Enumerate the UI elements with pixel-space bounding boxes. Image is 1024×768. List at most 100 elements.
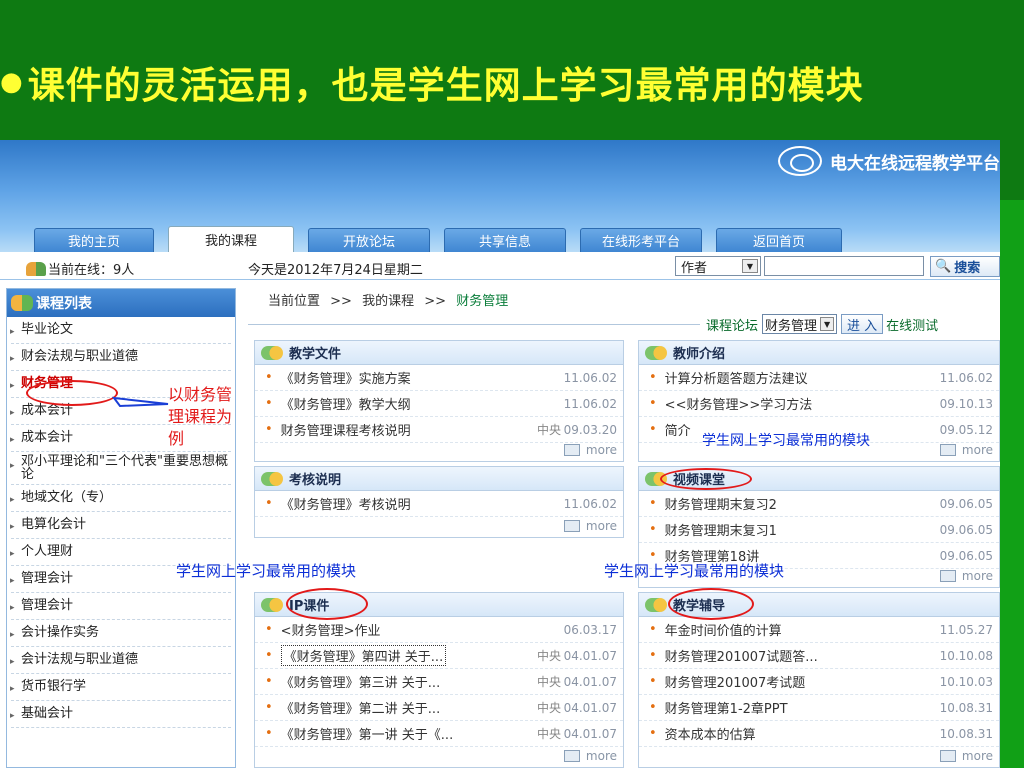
online-count: 当前在线：9人	[26, 259, 134, 278]
item-date: 10.08.31	[939, 726, 993, 741]
list-item[interactable]: 《财务管理》第一讲 关于《... 中央04.01.07	[255, 721, 623, 747]
course-item[interactable]: 管理会计	[10, 593, 231, 620]
chevron-down-icon: ▼	[820, 317, 835, 331]
list-item[interactable]: 《财务管理》第四讲 关于... 中央04.01.07	[255, 643, 623, 669]
list-item[interactable]: 财务管理201007考试题 10.10.03	[639, 669, 999, 695]
more-icon	[939, 570, 956, 582]
course-item[interactable]: 地域文化（专）	[10, 485, 231, 512]
list-item[interactable]: 财务管理期末复习2 09.06.05	[639, 491, 999, 517]
item-date: 11.06.02	[939, 370, 993, 385]
course-item[interactable]: 货币银行学	[10, 674, 231, 701]
enter-button[interactable]: 进 入	[841, 314, 884, 334]
search-field-value: 作者	[681, 260, 708, 276]
list-item[interactable]: 《财务管理》教学大纲 11.06.02	[255, 391, 623, 417]
more-link[interactable]: more	[563, 443, 617, 457]
panel-icon	[261, 345, 283, 360]
people-icon	[11, 295, 33, 311]
bullet-icon: ●	[0, 67, 24, 97]
search-input[interactable]	[764, 256, 924, 276]
breadcrumb-sep: >>	[424, 294, 447, 309]
item-date: 09.10.13	[939, 396, 993, 411]
slide-title: ● 课件的灵活运用，也是学生网上学习最常用的模块	[0, 52, 1024, 112]
more-label: more	[961, 749, 993, 763]
slide-title-text: 课件的灵活运用，也是学生网上学习最常用的模块	[27, 63, 864, 107]
item-source: 中央	[536, 727, 561, 741]
highlight-ellipse	[286, 588, 368, 620]
status-bar: 当前在线：9人 今天是2012年7月24日星期二 作者 ▼ 🔍 搜索	[0, 254, 1000, 280]
panel-title: 教师介绍	[673, 347, 726, 362]
course-item[interactable]: 电算化会计	[10, 512, 231, 539]
tab-shared-info[interactable]: 共享信息	[444, 228, 566, 252]
list-item[interactable]: 财务管理课程考核说明 中央09.03.20	[255, 417, 623, 443]
highlight-ellipse	[668, 588, 754, 620]
item-text: 《财务管理》第一讲 关于《...	[280, 728, 454, 743]
more-label: more	[961, 443, 993, 457]
people-icon	[26, 261, 46, 276]
item-text: 简介	[664, 424, 691, 439]
site-header: 电大在线远程教学平台 我的主页 我的课程 开放论坛 共享信息 在线形考平台 返回…	[0, 140, 1000, 252]
course-item[interactable]: 会计操作实务	[10, 620, 231, 647]
list-item[interactable]: 《财务管理》第二讲 关于... 中央04.01.07	[255, 695, 623, 721]
list-item[interactable]: 《财务管理》实施方案 11.06.02	[255, 365, 623, 391]
list-item[interactable]: <财务管理>作业 06.03.17	[255, 617, 623, 643]
slide-decoration	[1000, 200, 1024, 768]
course-item[interactable]: 毕业论文	[10, 317, 231, 344]
panel-title: 教学文件	[289, 347, 342, 362]
more-icon	[563, 750, 580, 762]
breadcrumb: 当前位置 >> 我的课程 >> 财务管理	[268, 290, 508, 309]
course-item[interactable]: 财会法规与职业道德	[10, 344, 231, 371]
more-label: more	[585, 519, 617, 533]
forum-select[interactable]: 财务管理 ▼	[762, 314, 838, 334]
item-date: 09.03.20	[563, 422, 617, 437]
course-forum-bar: 课程论坛 财务管理 ▼ 进 入 在线测试	[706, 314, 938, 334]
item-text: 《财务管理》第三讲 关于...	[280, 676, 441, 691]
more-label: more	[961, 569, 993, 583]
panel-icon	[645, 345, 667, 360]
course-item[interactable]: 邓小平理论和"三个代表"重要思想概论	[10, 452, 231, 485]
list-item[interactable]: <<财务管理>>学习方法 09.10.13	[639, 391, 999, 417]
list-item[interactable]: 《财务管理》考核说明 11.06.02	[255, 491, 623, 517]
item-date: 10.10.03	[939, 674, 993, 689]
search-button-label: 搜索	[954, 261, 981, 276]
item-date: 11.06.02	[563, 496, 617, 511]
list-item[interactable]: 资本成本的估算 10.08.31	[639, 721, 999, 747]
item-text: 财务管理课程考核说明	[280, 424, 411, 439]
item-text: 《财务管理》教学大纲	[280, 398, 411, 413]
item-text: 《财务管理》实施方案	[280, 372, 411, 387]
tab-home[interactable]: 我的主页	[34, 228, 154, 252]
item-text: 财务管理期末复习2	[664, 498, 777, 513]
search-button[interactable]: 🔍 搜索	[930, 256, 1000, 277]
item-date: 09.05.12	[939, 422, 993, 437]
item-text: 《财务管理》第二讲 关于...	[280, 702, 441, 717]
course-item[interactable]: 会计法规与职业道德	[10, 647, 231, 674]
breadcrumb-parent[interactable]: 我的课程	[362, 294, 414, 309]
more-link[interactable]: more	[563, 519, 617, 533]
item-date: 11.05.27	[939, 622, 993, 637]
tab-back-home[interactable]: 返回首页	[716, 228, 842, 252]
item-date: 10.10.08	[939, 648, 993, 663]
online-test-link[interactable]: 在线测试	[886, 315, 938, 334]
more-link[interactable]: more	[939, 569, 993, 583]
list-item[interactable]: 计算分析题答题方法建议 11.06.02	[639, 365, 999, 391]
course-item[interactable]: 基础会计	[10, 701, 231, 728]
more-link[interactable]: more	[939, 443, 993, 457]
list-item[interactable]: 财务管理201007试题答... 10.10.08	[639, 643, 999, 669]
more-link[interactable]: more	[939, 749, 993, 763]
list-item[interactable]: 财务管理第1-2章PPT 10.08.31	[639, 695, 999, 721]
today-date: 今天是2012年7月24日星期二	[248, 263, 423, 278]
online-text: 当前在线：9人	[48, 263, 135, 278]
highlight-ellipse	[660, 468, 752, 490]
item-source: 中央	[536, 701, 561, 715]
item-date: 04.01.07	[563, 700, 617, 715]
panel-icon	[261, 597, 283, 612]
more-label: more	[585, 443, 617, 457]
list-item[interactable]: 年金时间价值的计算 11.05.27	[639, 617, 999, 643]
search-field-select[interactable]: 作者 ▼	[675, 256, 761, 276]
tab-online-exam[interactable]: 在线形考平台	[580, 228, 702, 252]
list-item[interactable]: 财务管理期末复习1 09.06.05	[639, 517, 999, 543]
more-link[interactable]: more	[563, 749, 617, 763]
tab-open-forum[interactable]: 开放论坛	[308, 228, 430, 252]
list-item[interactable]: 《财务管理》第三讲 关于... 中央04.01.07	[255, 669, 623, 695]
tab-my-courses[interactable]: 我的课程	[168, 226, 294, 252]
breadcrumb-label: 当前位置	[268, 294, 321, 309]
